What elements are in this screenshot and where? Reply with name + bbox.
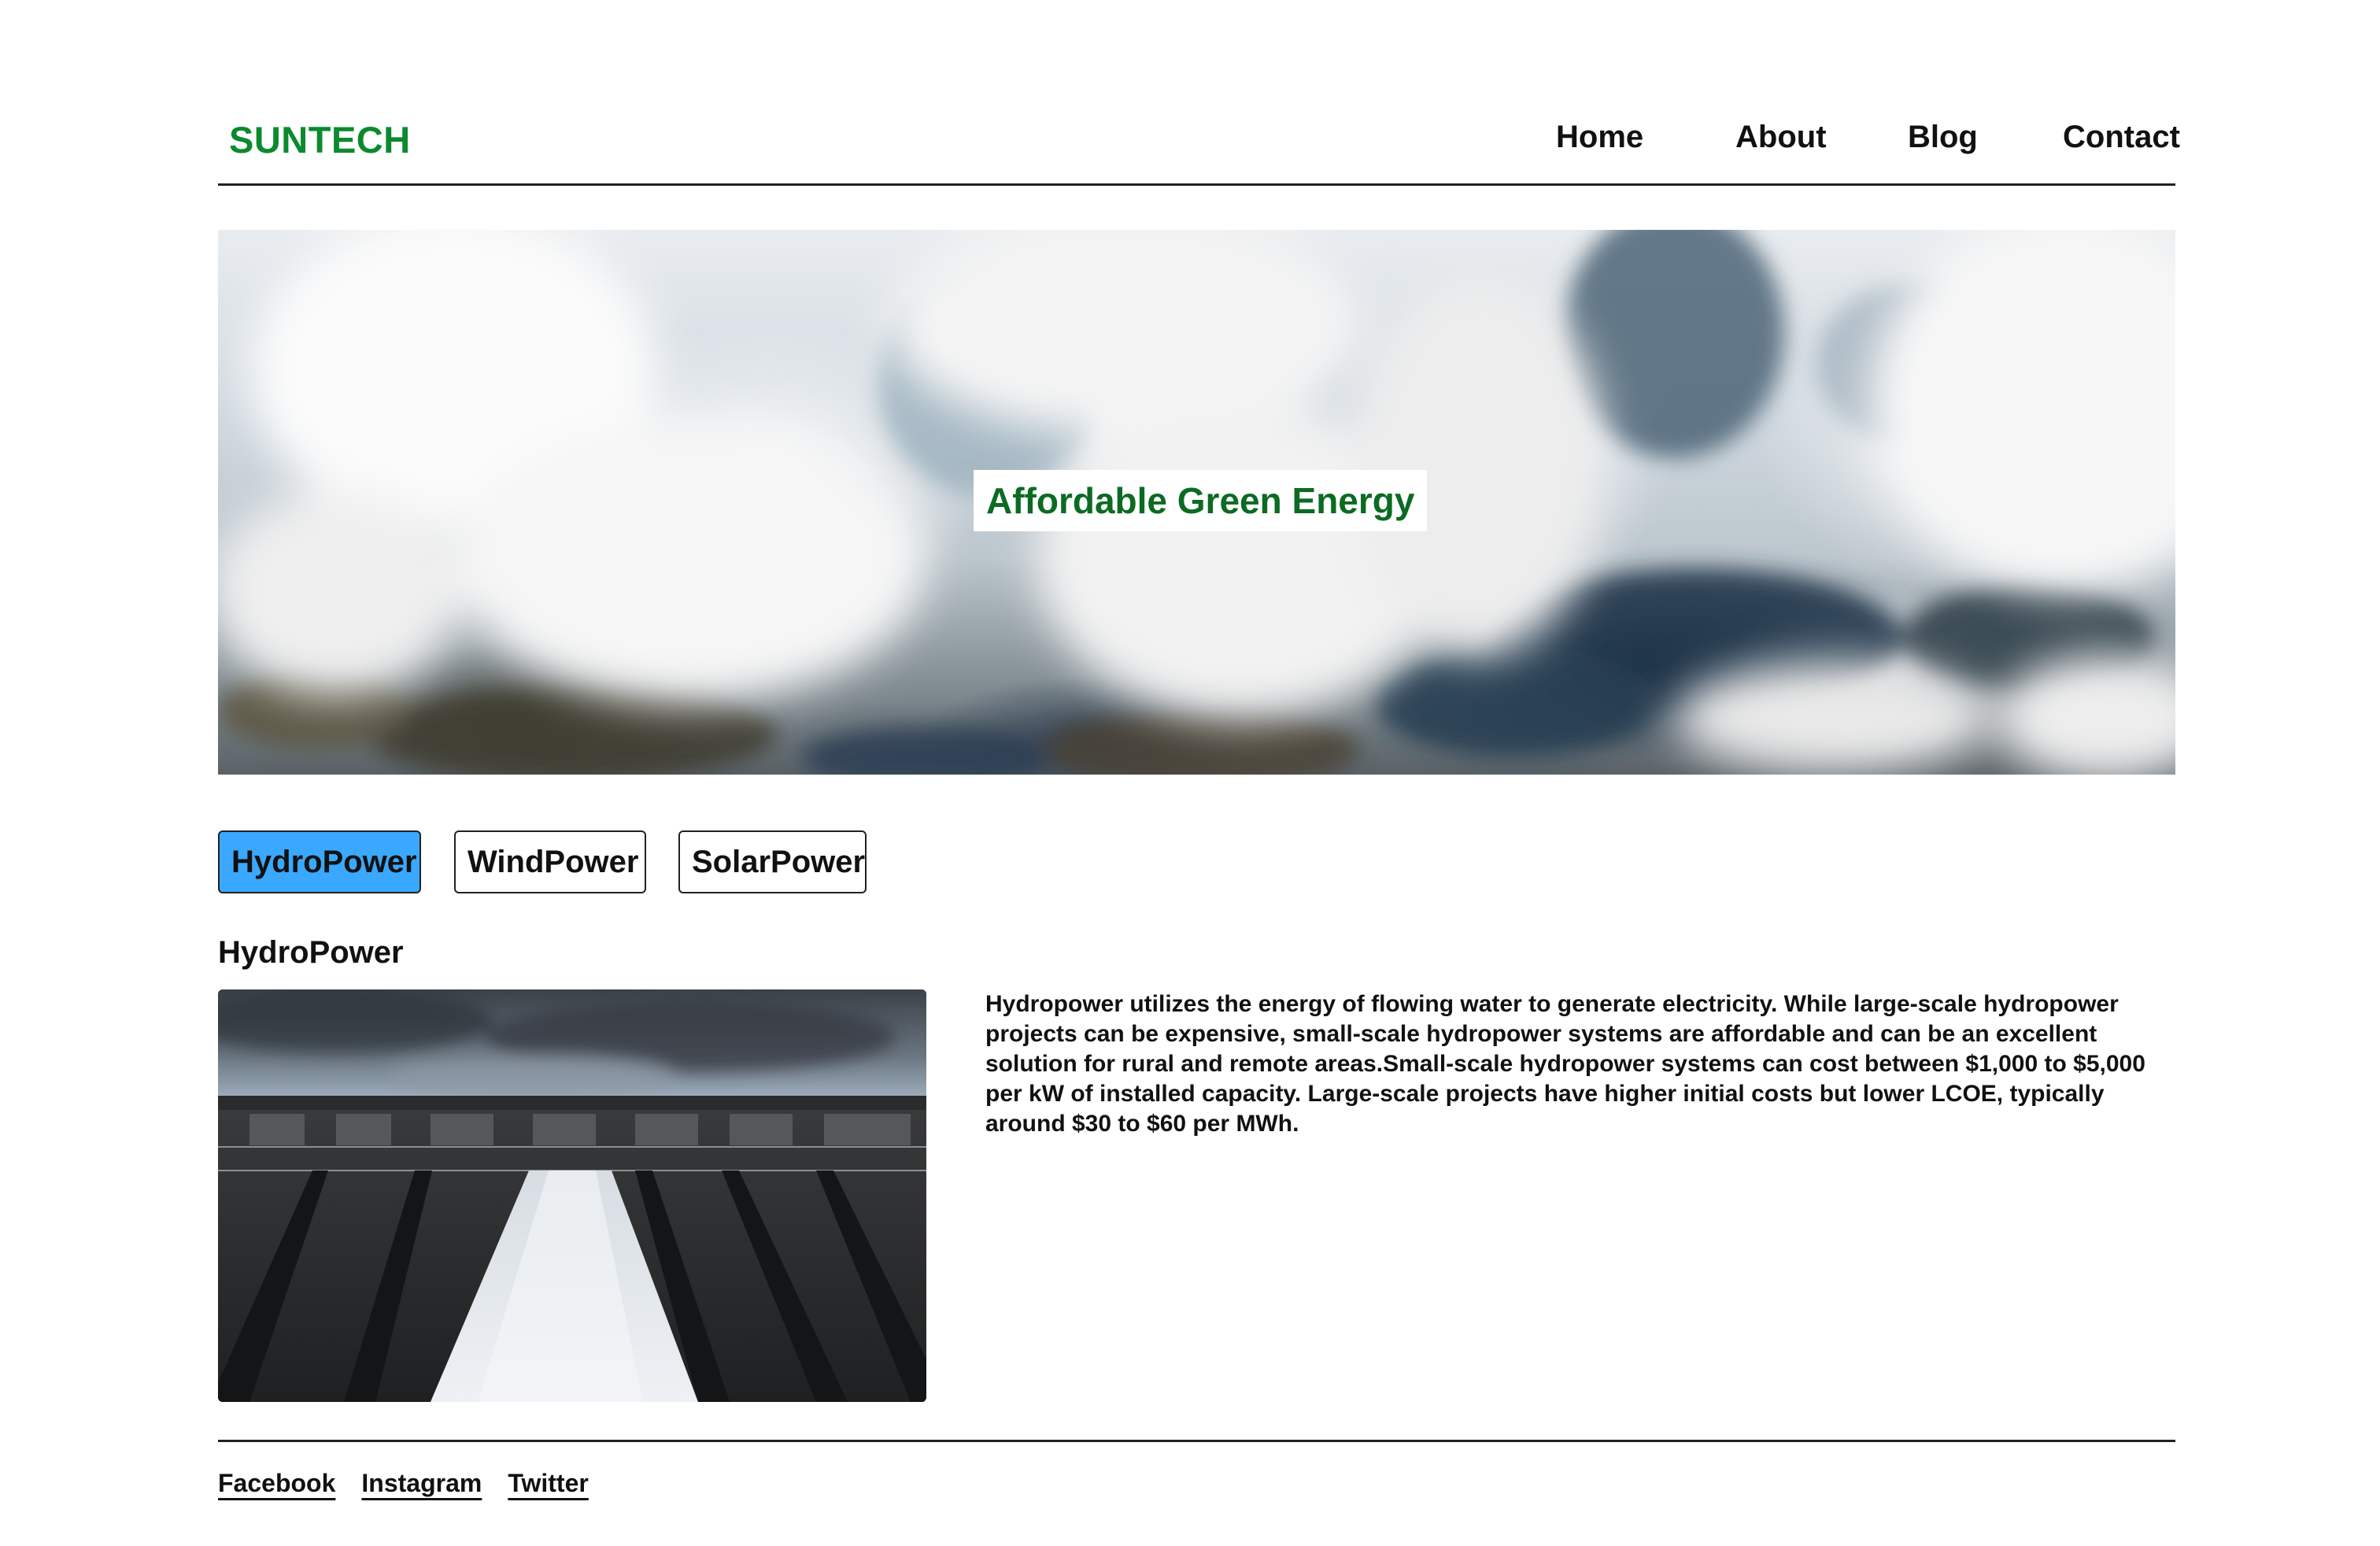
hydropower-dam-image bbox=[218, 989, 926, 1402]
tab-solarpower[interactable]: SolarPower bbox=[678, 830, 867, 893]
hero-caption: Affordable Green Energy bbox=[974, 470, 1428, 531]
section-description: Hydropower utilizes the energy of flowin… bbox=[985, 991, 2145, 1137]
nav-about-link[interactable]: About bbox=[1735, 120, 1827, 155]
nav-blog-link[interactable]: Blog bbox=[1908, 120, 1978, 155]
social-links: Facebook Instagram Twitter bbox=[218, 1469, 589, 1498]
hero-banner: Affordable Green Energy bbox=[218, 230, 2175, 775]
nav-contact-link[interactable]: Contact bbox=[2063, 120, 2180, 155]
logo[interactable]: SUNTECH bbox=[229, 118, 411, 161]
tab-windpower[interactable]: WindPower bbox=[454, 830, 646, 893]
site-footer: Facebook Instagram Twitter bbox=[218, 1440, 2175, 1497]
page: SUNTECH Home About Blog Contact Affordab… bbox=[0, 0, 2380, 1546]
instagram-link[interactable]: Instagram bbox=[361, 1469, 482, 1498]
tab-hydropower[interactable]: HydroPower bbox=[218, 830, 421, 893]
facebook-link[interactable]: Facebook bbox=[218, 1469, 335, 1498]
nav-home-link[interactable]: Home bbox=[1556, 120, 1643, 155]
section-title: HydroPower bbox=[218, 935, 404, 970]
site-header: SUNTECH Home About Blog Contact bbox=[218, 102, 2180, 186]
twitter-link[interactable]: Twitter bbox=[508, 1469, 589, 1498]
